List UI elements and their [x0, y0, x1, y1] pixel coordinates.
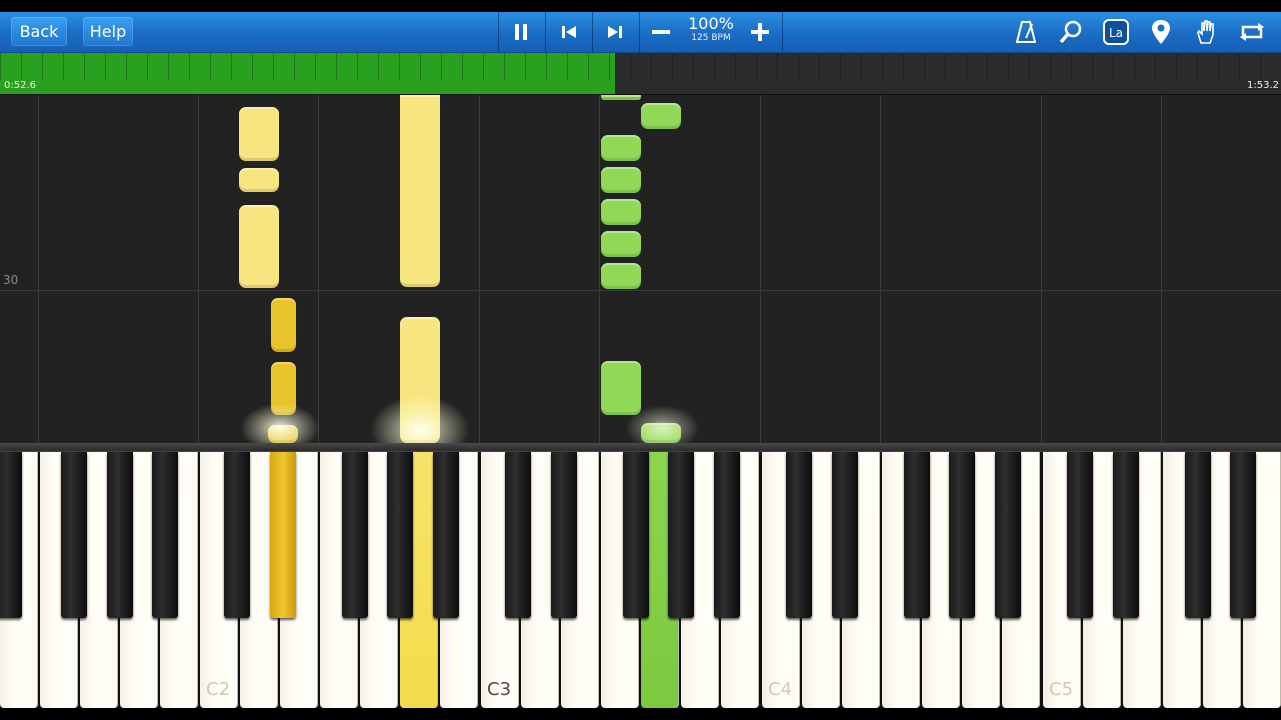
bottom-border	[0, 708, 1281, 720]
marker-button[interactable]	[1145, 12, 1177, 52]
black-key[interactable]	[668, 452, 694, 618]
black-key[interactable]	[224, 452, 250, 618]
black-key[interactable]	[832, 452, 858, 618]
black-key[interactable]	[0, 452, 22, 618]
octave-line	[599, 95, 600, 443]
note-hit-glow	[625, 405, 700, 443]
black-key[interactable]	[995, 452, 1021, 618]
black-key-active[interactable]	[270, 452, 296, 618]
marker-icon	[1152, 20, 1170, 44]
octave-line	[880, 95, 881, 443]
help-button[interactable]: Help	[83, 17, 133, 46]
black-key[interactable]	[786, 452, 812, 618]
octave-line	[1161, 95, 1162, 443]
measure-line	[0, 290, 1281, 291]
falling-note	[641, 103, 681, 129]
skip-back-icon	[562, 26, 576, 38]
toolbar: Back Help 100% 125 BPM La	[0, 12, 1281, 53]
note-hit-glow	[370, 395, 470, 443]
piano-keyboard[interactable]: C2 C3 C4 C5	[0, 452, 1281, 708]
key-label-c4: C4	[768, 679, 793, 700]
black-key[interactable]	[949, 452, 975, 618]
speed-percent: 100%	[688, 14, 734, 33]
skip-forward-button[interactable]	[599, 12, 631, 52]
note-labels-icon: La	[1103, 19, 1129, 45]
metronome-button[interactable]	[1010, 12, 1042, 52]
zoom-button[interactable]	[1054, 12, 1088, 52]
black-key[interactable]	[505, 452, 531, 618]
falling-note	[601, 95, 641, 100]
progress-measure-grid	[0, 53, 1281, 80]
octave-line	[479, 95, 480, 443]
loop-icon	[1240, 23, 1264, 41]
total-time: 1:53.2	[1247, 80, 1279, 91]
hand-icon	[1197, 20, 1214, 44]
black-key[interactable]	[1113, 452, 1139, 618]
black-key[interactable]	[342, 452, 368, 618]
octave-line	[318, 95, 319, 443]
svg-text:La: La	[1109, 26, 1123, 40]
black-key[interactable]	[551, 452, 577, 618]
octave-line	[760, 95, 761, 443]
octave-line	[1041, 95, 1042, 443]
song-progress-bar[interactable]: 0:52.6 1:53.2	[0, 53, 1281, 95]
skip-forward-icon	[608, 26, 622, 38]
falling-note	[601, 231, 641, 257]
measure-number: 30	[3, 273, 19, 287]
falling-note	[601, 263, 641, 289]
key-label-c5: C5	[1049, 679, 1074, 700]
falling-note	[239, 107, 279, 161]
skip-back-button[interactable]	[553, 12, 585, 52]
black-key[interactable]	[152, 452, 178, 618]
zoom-icon	[1059, 20, 1082, 44]
black-key[interactable]	[904, 452, 930, 618]
octave-line	[38, 95, 39, 443]
pause-button[interactable]	[505, 12, 537, 52]
toolbar-divider	[639, 12, 640, 52]
keyboard-rail	[0, 443, 1281, 452]
black-key[interactable]	[1067, 452, 1093, 618]
falling-note	[271, 298, 296, 352]
black-key[interactable]	[107, 452, 133, 618]
octave-line	[198, 95, 199, 443]
toolbar-divider	[498, 12, 499, 52]
key-label-c3: C3	[487, 679, 512, 700]
black-key[interactable]	[61, 452, 87, 618]
black-key[interactable]	[714, 452, 740, 618]
metronome-icon	[1016, 21, 1036, 43]
falling-note	[601, 361, 641, 415]
toolbar-divider	[782, 12, 783, 52]
faster-plus-icon	[751, 23, 769, 41]
falling-note	[601, 135, 641, 161]
black-key[interactable]	[623, 452, 649, 618]
note-labels-button[interactable]: La	[1100, 12, 1132, 52]
back-button[interactable]: Back	[11, 17, 67, 46]
falling-note	[601, 199, 641, 225]
slower-button[interactable]	[646, 12, 676, 52]
toolbar-divider	[592, 12, 593, 52]
black-key[interactable]	[387, 452, 413, 618]
toolbar-divider	[545, 12, 546, 52]
speed-display: 100% 125 BPM	[683, 14, 739, 50]
black-key[interactable]	[1230, 452, 1256, 618]
faster-button[interactable]	[745, 12, 775, 52]
pause-icon	[515, 24, 527, 40]
note-hit-glow	[240, 403, 320, 443]
falling-notes-area: 30	[0, 95, 1281, 443]
falling-note	[601, 167, 641, 193]
falling-note	[239, 168, 279, 192]
tempo-bpm: 125 BPM	[691, 33, 731, 43]
black-key[interactable]	[433, 452, 459, 618]
loop-button[interactable]	[1236, 12, 1268, 52]
elapsed-time: 0:52.6	[4, 80, 36, 91]
key-label-c2: C2	[206, 679, 231, 700]
black-key[interactable]	[1185, 452, 1211, 618]
falling-note	[400, 95, 440, 287]
hand-select-button[interactable]	[1190, 12, 1222, 52]
falling-note	[239, 205, 279, 288]
slower-minus-icon	[652, 30, 670, 34]
